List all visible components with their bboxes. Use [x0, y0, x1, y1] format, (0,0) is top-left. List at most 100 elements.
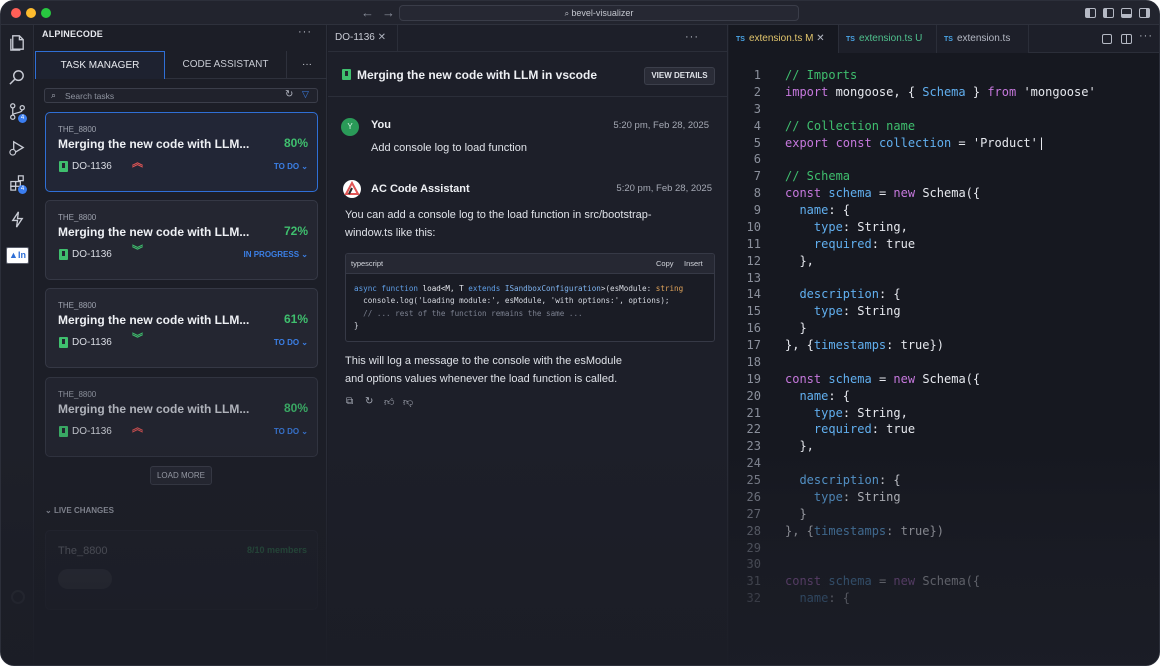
task-id: DO-1136: [72, 426, 112, 437]
layout-icon[interactable]: [1085, 8, 1096, 18]
task-search-placeholder: Search tasks: [65, 91, 115, 101]
task-status-dropdown[interactable]: TO DO ⌄: [274, 427, 308, 436]
tab-code-assistant[interactable]: CODE ASSISTANT: [165, 51, 286, 79]
assistant-logo-icon: [344, 180, 360, 195]
message-text: window.ts like this:: [345, 227, 436, 239]
task-user: THE_8800: [58, 213, 97, 222]
title-bar: ← → ⌕ bevel-visualizer: [1, 1, 1159, 25]
thumbs-up-icon[interactable]: 👍︎: [384, 396, 395, 408]
live-changes-header[interactable]: ⌄ LIVE CHANGES: [45, 506, 114, 515]
command-search[interactable]: ⌕ bevel-visualizer: [399, 5, 799, 21]
split-editor-icon[interactable]: [1121, 34, 1132, 44]
minimize-window-button[interactable]: [26, 8, 36, 18]
chat-pane: DO-1136 ✕ ··· Merging the new code with …: [328, 25, 728, 665]
chevron-down-icon: ⌄: [301, 427, 308, 436]
copy-button[interactable]: Copy: [656, 254, 674, 274]
task-status: TO DO: [273, 338, 300, 347]
editor-tab[interactable]: TS extension.ts: [937, 25, 1029, 53]
live-card-name: The_8800: [58, 545, 108, 557]
typescript-file-icon: TS: [846, 36, 855, 43]
task-percent: 61%: [283, 312, 308, 326]
code-content[interactable]: // Imports import mongoose, { Schema } f…: [785, 67, 1096, 607]
bookmark-icon: [59, 426, 68, 437]
task-percent: 80%: [283, 136, 308, 150]
thumbs-down-icon[interactable]: 👎︎: [403, 396, 414, 408]
chat-more-icon[interactable]: ···: [685, 31, 699, 43]
code-snippet-header: typescript Copy Insert: [346, 254, 714, 274]
activity-bar: 4 4 ▲In: [1, 25, 34, 665]
tabs-more-icon[interactable]: ···: [286, 51, 327, 79]
sidebar-title: ALPINECODE: [42, 29, 104, 39]
close-window-button[interactable]: [11, 8, 21, 18]
toggle-panel-icon[interactable]: [1121, 8, 1132, 18]
settings-icon[interactable]: [11, 590, 25, 604]
back-arrow-icon[interactable]: ←: [361, 5, 374, 20]
chevron-down-icon: ⌄: [301, 162, 308, 171]
regenerate-icon[interactable]: ↻: [365, 396, 376, 407]
task-user: THE_8800: [58, 390, 97, 399]
chat-header: Merging the new code with LLM in vscode …: [328, 51, 728, 97]
live-card-members: 8/10 members: [246, 545, 307, 555]
message-text: Add console log to load function: [371, 142, 527, 154]
task-id: DO-1136: [72, 337, 112, 348]
run-debug-icon[interactable]: [8, 138, 27, 157]
chat-tab[interactable]: DO-1136 ✕: [328, 25, 398, 51]
task-id: DO-1136: [72, 161, 112, 172]
editor-tab[interactable]: TS extension.ts M ✕: [729, 25, 839, 53]
filter-icon[interactable]: ▽: [302, 89, 309, 100]
chevron-down-icon: ⌄: [301, 250, 308, 259]
task-card[interactable]: THE_8800 Merging the new code with LLM..…: [45, 112, 318, 192]
extensions-badge: 4: [18, 185, 27, 194]
toggle-secondary-sidebar-icon[interactable]: [1139, 8, 1150, 18]
task-card[interactable]: THE_8800 Merging the new code with LLM..…: [45, 288, 318, 368]
explorer-icon[interactable]: [8, 33, 27, 52]
message-author: You: [371, 119, 391, 131]
task-title: Merging the new code with LLM...: [58, 137, 250, 151]
priority-high-icon: ︽: [132, 157, 143, 169]
untracked-indicator: U: [915, 33, 923, 44]
task-user: THE_8800: [58, 125, 97, 134]
close-icon[interactable]: ✕: [816, 33, 824, 44]
task-status-dropdown[interactable]: IN PROGRESS ⌄: [243, 250, 308, 259]
editor-tab-label: extension.ts: [956, 33, 1011, 44]
tab-task-manager[interactable]: TASK MANAGER: [35, 51, 165, 79]
task-status-dropdown[interactable]: TO DO ⌄: [274, 162, 308, 171]
editor-more-icon[interactable]: ···: [1139, 30, 1153, 42]
task-card[interactable]: THE_8800 Merging the new code with LLM..…: [45, 200, 318, 280]
zoom-window-button[interactable]: [41, 8, 51, 18]
toggle-sidebar-icon[interactable]: [1103, 8, 1114, 18]
close-icon[interactable]: ✕: [378, 32, 386, 43]
task-card[interactable]: THE_8800 Merging the new code with LLM..…: [45, 377, 318, 457]
editor-tab-label: extension.ts: [748, 33, 803, 44]
search-icon[interactable]: [8, 68, 27, 87]
message-text: and options values whenever the load fun…: [345, 373, 618, 385]
refresh-icon[interactable]: ↻: [285, 89, 293, 100]
message-text: This will log a message to the console w…: [345, 355, 622, 367]
priority-low-icon: ︾: [132, 333, 143, 345]
task-search-input[interactable]: ⌕ Search tasks ↻ ▽: [44, 88, 318, 103]
chat-title: Merging the new code with LLM in vscode: [357, 68, 598, 82]
bookmark-icon: [59, 337, 68, 348]
copy-message-icon[interactable]: ⧉: [346, 396, 357, 407]
view-details-button[interactable]: VIEW DETAILS: [644, 67, 715, 85]
code-snippet: typescript Copy Insert async function lo…: [345, 253, 715, 342]
lightning-icon[interactable]: [8, 210, 27, 229]
sidebar-more-icon[interactable]: ···: [298, 26, 312, 38]
live-change-card[interactable]: The_8800 8/10 members: [45, 530, 318, 610]
insert-button[interactable]: Insert: [684, 254, 703, 274]
alpinecode-logo[interactable]: ▲In: [6, 247, 29, 264]
bookmark-icon: [59, 161, 68, 172]
bookmark-icon: [59, 249, 68, 260]
priority-low-icon: ︾: [132, 245, 143, 257]
line-numbers: 1 2 3 4 5 6 7 8 9 10 11 12 13 14 15 16 17 18 19 20 21 22 23 24 2…: [746, 68, 761, 606]
load-more-button[interactable]: LOAD MORE: [150, 466, 212, 485]
forward-arrow-icon[interactable]: →: [382, 5, 395, 20]
editor-tab[interactable]: TS extension.ts U: [839, 25, 937, 53]
compare-changes-icon[interactable]: [1102, 34, 1112, 44]
task-status: IN PROGRESS: [243, 250, 300, 259]
user-avatar: Y: [341, 118, 359, 136]
typescript-file-icon: TS: [944, 36, 953, 43]
live-changes-label: LIVE CHANGES: [53, 506, 114, 515]
task-status-dropdown[interactable]: TO DO ⌄: [274, 338, 308, 347]
member-avatars: [58, 569, 112, 589]
